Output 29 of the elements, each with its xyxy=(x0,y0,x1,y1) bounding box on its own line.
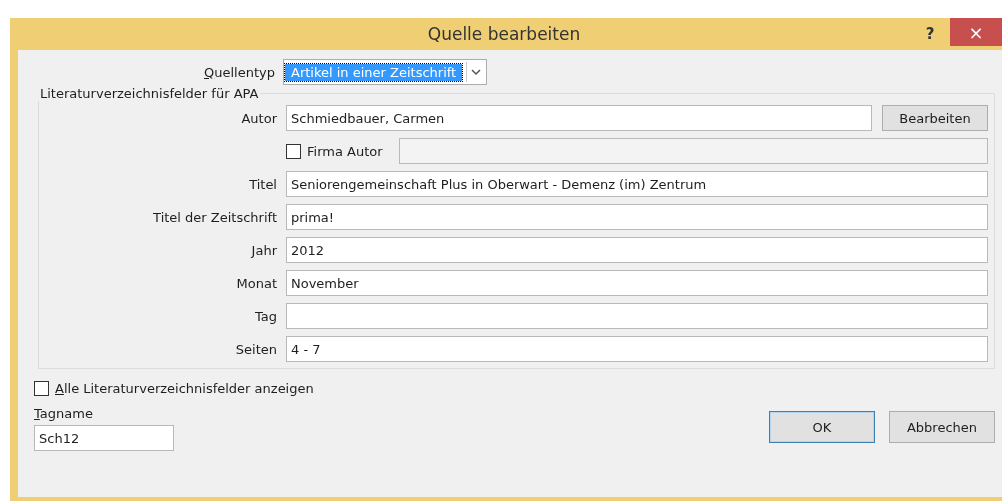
field-label: Jahr xyxy=(249,242,277,258)
input-field[interactable] xyxy=(398,138,988,164)
help-button[interactable]: ? xyxy=(910,20,950,48)
input-field[interactable]: 2012 xyxy=(286,237,988,263)
edit-button[interactable]: Bearbeiten xyxy=(882,105,988,131)
input-field[interactable]: 4 - 7 xyxy=(286,336,988,362)
close-button[interactable]: × xyxy=(950,18,1002,46)
field-label: Titel der Zeitschrift xyxy=(152,209,277,225)
field-label: Titel xyxy=(248,176,277,192)
cancel-button[interactable]: Abbrechen xyxy=(889,411,995,443)
field-label: Tagname xyxy=(34,406,94,421)
field-label: Autor xyxy=(240,110,277,126)
field-label: Seiten xyxy=(234,341,277,357)
input-field[interactable]: Seniorengemeinschaft Plus in Oberwart - Demenz (im) Zentrum xyxy=(286,171,988,197)
input-field[interactable]: Schmiedbauer, Carmen xyxy=(286,105,872,131)
window-title: Quelle bearbeiten xyxy=(426,24,582,44)
input-field[interactable]: November xyxy=(286,270,988,296)
input-field[interactable]: prima! xyxy=(286,204,988,230)
checkbox-label: Alle Literaturverzeichnisfelder anzeigen xyxy=(55,381,314,396)
field-label: Tag xyxy=(254,308,277,324)
input-field[interactable] xyxy=(286,303,988,329)
field-label: Quellentyp xyxy=(204,64,275,80)
ok-button[interactable]: OK xyxy=(769,411,875,443)
group-title: Literaturverzeichnisfelder für APA xyxy=(39,86,260,101)
checkbox[interactable] xyxy=(286,143,301,159)
input-field[interactable]: Sch12 xyxy=(34,425,174,451)
field-label: Monat xyxy=(235,275,277,291)
checkbox[interactable] xyxy=(34,381,49,396)
checkbox-label: Firma Autor xyxy=(307,143,383,159)
